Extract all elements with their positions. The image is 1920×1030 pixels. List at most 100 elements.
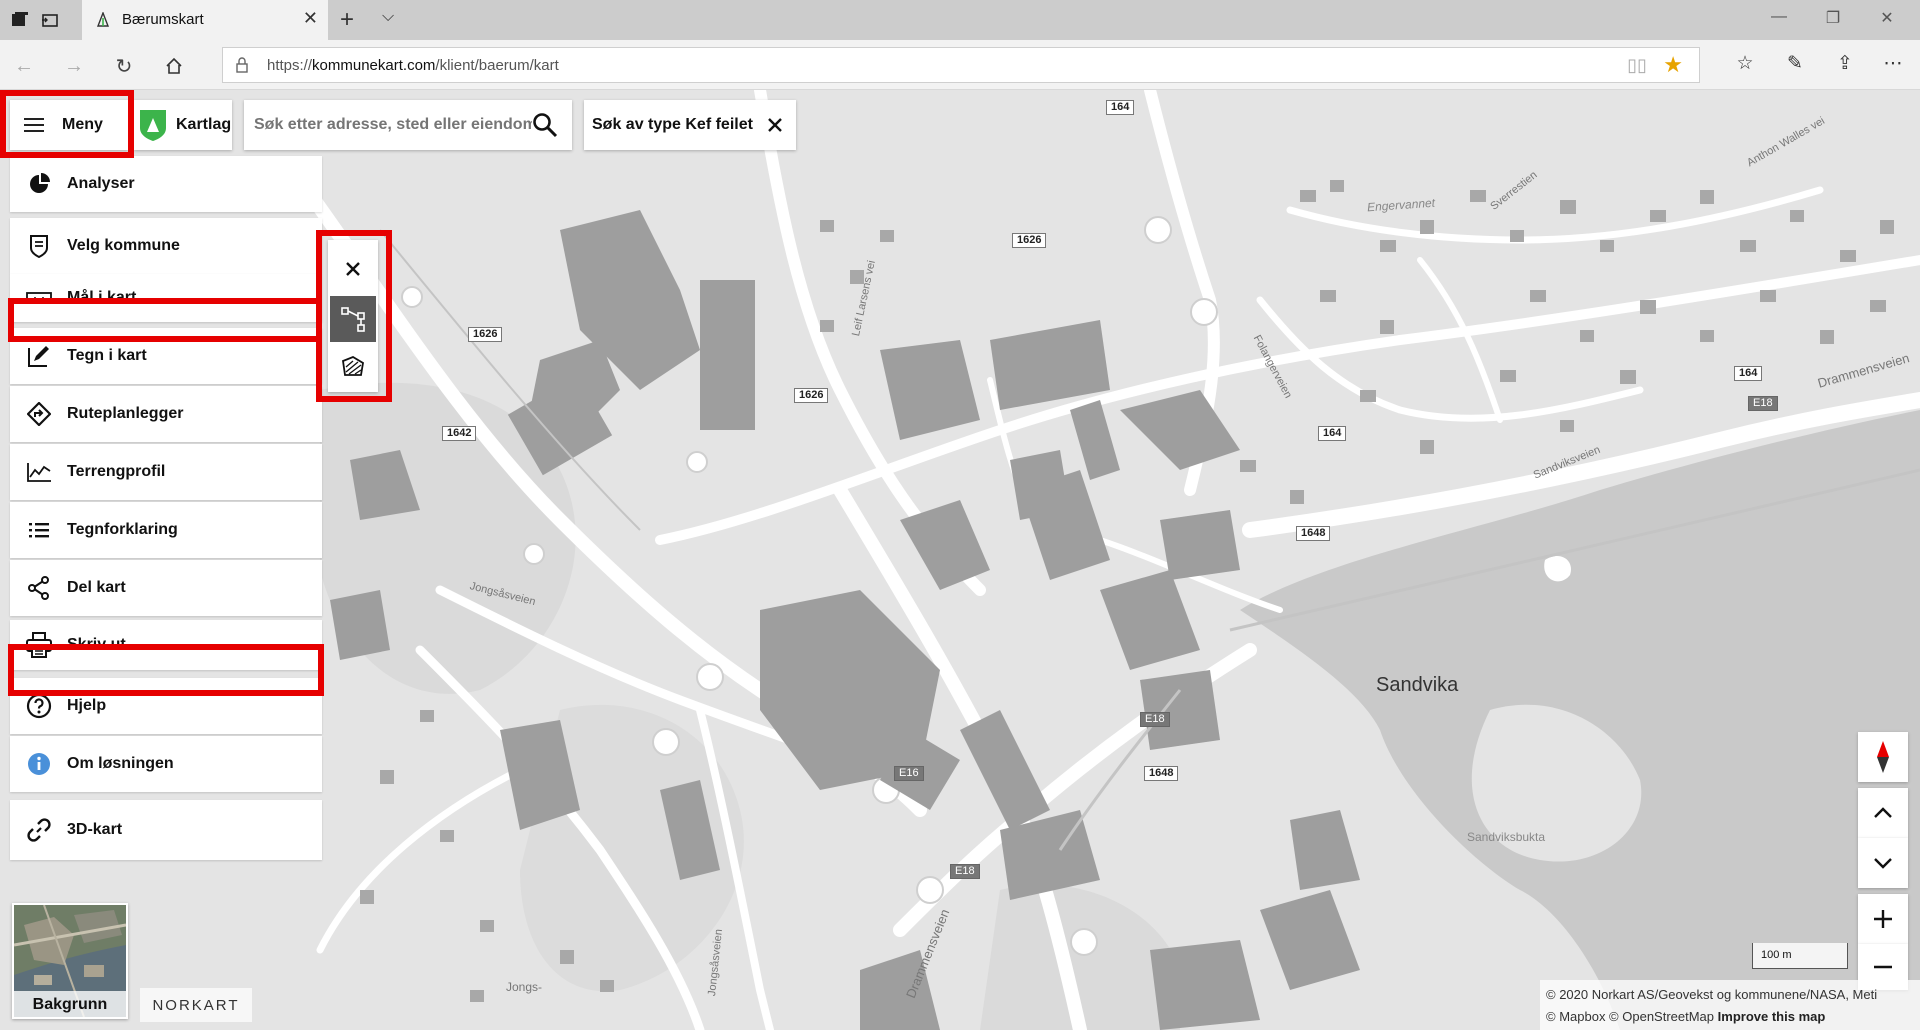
improve-map-link[interactable]: Improve this map (1718, 1009, 1826, 1024)
baerum-favicon-icon (96, 12, 110, 27)
ruler-icon (26, 285, 52, 311)
menu-label: Meny (62, 116, 103, 133)
search-input[interactable] (254, 116, 532, 134)
refresh-icon[interactable]: ↻ (110, 52, 138, 80)
help-icon (26, 693, 52, 719)
url-text: https://kommunekart.com/klient/baerum/ka… (267, 57, 559, 74)
share-icon (26, 575, 52, 601)
background-label: Bakgrunn (12, 991, 128, 1019)
lock-icon (236, 57, 248, 73)
terrain-profile-icon (26, 459, 52, 485)
browser-nav-bar: ← → ↻ https://kommunekart.com/klient/bae… (0, 40, 1920, 90)
tab-close-icon[interactable]: ✕ (303, 8, 318, 29)
new-tab-icon[interactable]: + (340, 6, 354, 34)
pie-chart-icon (26, 171, 52, 197)
browser-tab-bar: Bærumskart ✕ + ⌵ — ❐ ✕ (0, 0, 1920, 40)
menu-item-analyser[interactable]: Analyser (10, 156, 322, 212)
minus-icon (1874, 965, 1892, 969)
menu-item-terrengprofil[interactable]: Terrengprofil (10, 444, 322, 500)
side-menu: Analyser Velg kommune Mål i kart Tegn i … (10, 156, 322, 888)
menu-item-skriv-ut[interactable]: Skriv ut (10, 620, 322, 670)
plus-icon (1874, 910, 1892, 928)
info-icon (26, 751, 52, 777)
measure-distance-button[interactable] (330, 296, 376, 342)
map-attribution: © 2020 Norkart AS/Geovekst og kommunene/… (1540, 980, 1920, 1030)
restore-icon[interactable]: ❐ (1818, 8, 1848, 28)
menu-item-tegnforklaring[interactable]: Tegnforklaring (10, 502, 322, 558)
chevron-down-icon (1874, 858, 1892, 869)
kartlag-label: Kartlag (176, 116, 232, 133)
forward-arrow-icon[interactable]: → (60, 52, 88, 80)
close-icon (346, 262, 360, 276)
layers-shield-icon (140, 110, 166, 141)
place-label-sandviksbukta: Sandviksbukta (1467, 830, 1546, 844)
road-shield: 164 (1318, 426, 1347, 441)
road-shield: 1648 (1296, 526, 1331, 541)
menu-button[interactable]: Meny (10, 100, 128, 150)
menu-item-hjelp[interactable]: Hjelp (10, 678, 322, 734)
menu-item-del-kart[interactable]: Del kart (10, 560, 322, 616)
favorites-hub-icon[interactable]: ☆ (1730, 52, 1760, 75)
tab-list-chevron-icon[interactable]: ⌵ (382, 8, 394, 26)
menu-item-ruteplanlegger[interactable]: Ruteplanlegger (10, 386, 322, 442)
compass-button[interactable] (1858, 732, 1908, 782)
search-icon[interactable] (532, 112, 558, 138)
route-icon (26, 401, 52, 427)
search-box[interactable] (244, 100, 572, 150)
link-icon (26, 817, 52, 843)
road-shield: 1642 (442, 426, 477, 441)
compass-icon (1877, 741, 1889, 773)
more-options-icon[interactable]: ⋯ (1878, 52, 1908, 75)
road-shield: 164 (1734, 366, 1763, 381)
pen-icon (26, 343, 52, 369)
tab-actions-icon[interactable] (8, 8, 32, 32)
norkart-logo: NORKART (140, 988, 252, 1022)
home-icon[interactable] (160, 52, 188, 80)
scale-bar: 100 m (1752, 943, 1848, 969)
kartlag-button[interactable]: Kartlag (134, 100, 232, 150)
measure-line-icon (341, 307, 365, 332)
road-shield-european: E18 (950, 864, 980, 879)
tab-title: Bærumskart (122, 11, 204, 28)
printer-icon (26, 632, 52, 658)
road-shield-european: E18 (1140, 712, 1170, 727)
road-shield: 1626 (1012, 233, 1047, 248)
road-shield: 1626 (468, 327, 503, 342)
address-bar[interactable]: https://kommunekart.com/klient/baerum/ka… (222, 47, 1700, 83)
search-type-status: Søk av type Kef feilet (584, 100, 796, 150)
back-arrow-icon[interactable]: ← (10, 52, 38, 80)
road-shield: 1648 (1144, 766, 1179, 781)
measure-area-button[interactable] (330, 344, 376, 390)
measure-tool-palette (328, 240, 378, 392)
menu-item-mal-i-kart[interactable]: Mål i kart (10, 274, 322, 322)
menu-item-3d-kart[interactable]: 3D-kart (10, 800, 322, 860)
road-shield-european: E16 (894, 766, 924, 781)
search-type-label: Søk av type Kef feilet (592, 116, 753, 133)
chevron-up-icon (1874, 807, 1892, 818)
close-icon[interactable] (767, 117, 783, 133)
legend-list-icon (26, 517, 52, 543)
zoom-in-button[interactable] (1858, 894, 1908, 944)
measure-close-button[interactable] (330, 246, 376, 292)
road-shield-european: E18 (1748, 396, 1778, 411)
reading-view-icon[interactable]: ▯▯ (1627, 55, 1647, 76)
place-label-sandvika: Sandvika (1376, 674, 1459, 696)
tilt-up-button[interactable] (1858, 788, 1908, 838)
background-switcher[interactable]: Bakgrunn (12, 903, 128, 1019)
tabs-aside-icon[interactable] (38, 8, 62, 32)
road-shield: 164 (1106, 100, 1135, 115)
menu-item-om-losningen[interactable]: Om løsningen (10, 736, 322, 792)
hamburger-icon (24, 117, 46, 133)
window-close-icon[interactable]: ✕ (1872, 8, 1902, 28)
minimize-icon[interactable]: — (1764, 8, 1794, 26)
share-browser-icon[interactable]: ⇪ (1830, 52, 1860, 75)
menu-item-velg-kommune[interactable]: Velg kommune (10, 218, 322, 274)
municipality-shield-icon (26, 233, 52, 259)
web-note-pen-icon[interactable]: ✎ (1780, 52, 1810, 75)
road-label-jongs: Jongs- (506, 980, 543, 994)
browser-tab-active[interactable]: Bærumskart ✕ (82, 0, 328, 40)
favorite-star-icon[interactable]: ★ (1663, 52, 1683, 78)
menu-item-tegn-i-kart[interactable]: Tegn i kart (10, 328, 322, 384)
tilt-down-button[interactable] (1858, 838, 1908, 888)
measure-area-icon (342, 355, 364, 376)
